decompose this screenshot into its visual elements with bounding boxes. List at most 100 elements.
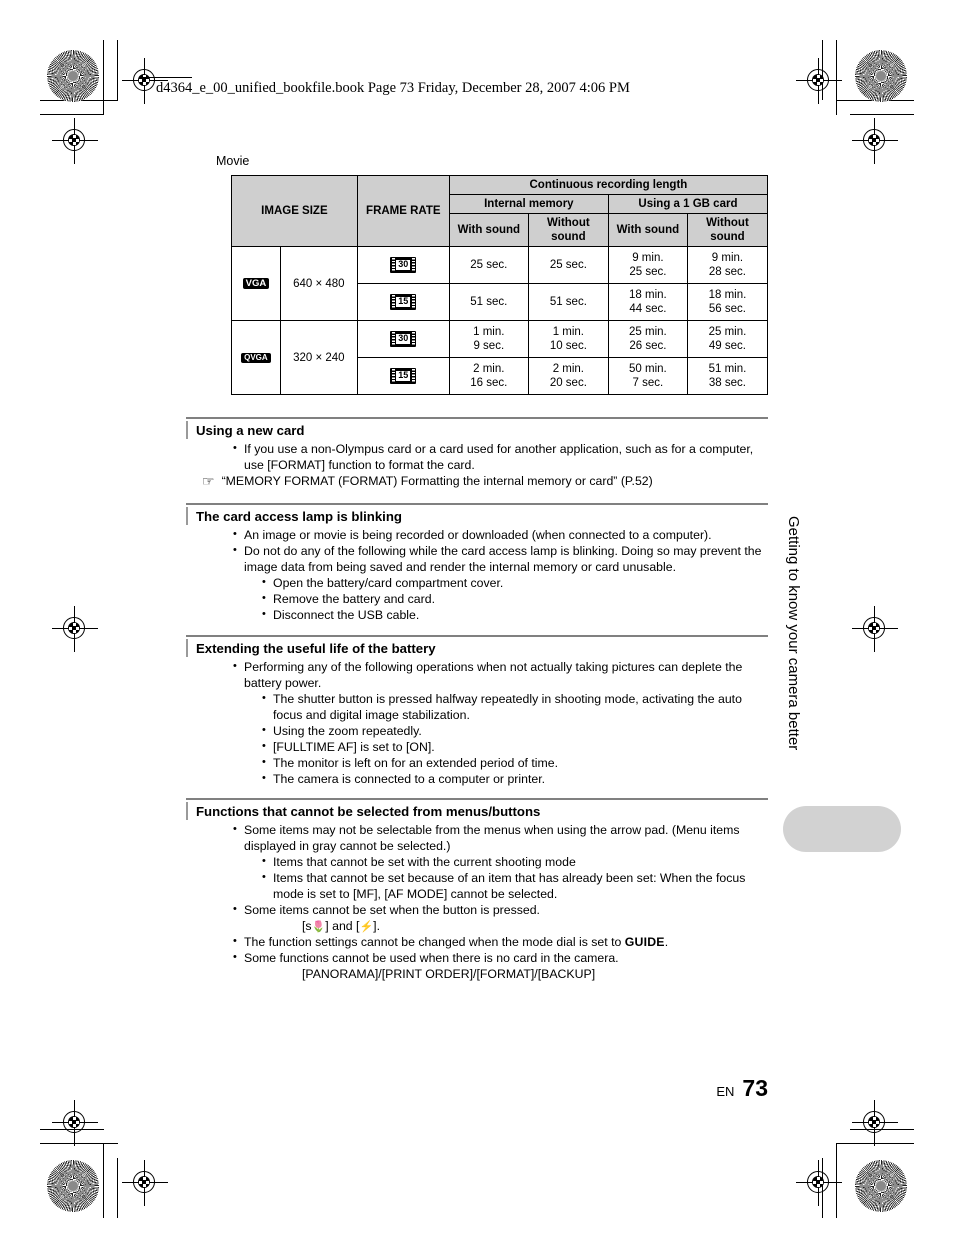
registration-mark xyxy=(796,58,842,104)
bullet-list: Performing any of the following operatio… xyxy=(186,659,768,788)
starburst-mark xyxy=(47,50,99,102)
list-item: The function settings cannot be changed … xyxy=(233,934,768,951)
sub-bullet-list: The shutter button is pressed halfway re… xyxy=(244,691,768,788)
image-size-badge-cell: QVGA xyxy=(231,320,281,396)
cell-card-with-sound: 18 min. 44 sec. xyxy=(607,283,688,322)
list-item: The camera is connected to a computer or… xyxy=(262,771,768,788)
section-functions-not-selectable: Functions that cannot be selected from m… xyxy=(186,798,768,983)
cross-reference-line: ☞ “MEMORY FORMAT (FORMAT) Formatting the… xyxy=(186,472,768,490)
film-strip-30fps-icon: 30 xyxy=(390,331,417,347)
film-strip-30fps-icon: 30 xyxy=(390,257,417,273)
registration-mark xyxy=(122,1160,168,1206)
section-title: Using a new card xyxy=(196,423,305,438)
cross-reference-text: “MEMORY FORMAT (FORMAT) Formatting the i… xyxy=(221,473,653,488)
list-item-text-post: . xyxy=(664,934,669,949)
registration-mark xyxy=(796,1160,842,1206)
section-title: Extending the useful life of the battery xyxy=(196,641,436,656)
section-using-a-new-card: Using a new card If you use a non-Olympu… xyxy=(186,417,768,490)
section-extending-battery-life: Extending the useful life of the battery… xyxy=(186,635,768,788)
section-card-access-lamp-blinking: The card access lamp is blinking An imag… xyxy=(186,503,768,624)
page-number: 73 xyxy=(742,1075,768,1101)
starburst-mark xyxy=(47,1160,99,1212)
page-canvas: d4364_e_00_unified_bookfile.book Page 73… xyxy=(0,0,954,1258)
th-using-1gb-card: Using a 1 GB card xyxy=(607,194,769,215)
cell-card-with-sound: 9 min. 25 sec. xyxy=(607,246,688,285)
cell-card-without-sound: 51 min. 38 sec. xyxy=(686,357,769,396)
th-without-sound-internal: Without sound xyxy=(527,213,609,248)
list-item: Performing any of the following operatio… xyxy=(233,659,768,788)
heading-tick-marker xyxy=(186,421,188,439)
bracket-mid: ] and [ xyxy=(325,918,360,933)
cell-internal-with-sound: 2 min. 16 sec. xyxy=(448,357,529,396)
cell-internal-without-sound: 1 min. 10 sec. xyxy=(527,320,609,359)
list-item: An image or movie is being recorded or d… xyxy=(233,527,768,544)
language-code: EN xyxy=(716,1084,735,1099)
list-item-text-pre: The function settings cannot be changed … xyxy=(244,934,625,949)
sub-bullet-list: Open the battery/card compartment cover.… xyxy=(244,575,768,624)
cell-card-without-sound: 18 min. 56 sec. xyxy=(686,283,769,322)
section-heading: Using a new card xyxy=(186,419,768,441)
list-item: [FULLTIME AF] is set to [ON]. xyxy=(262,739,768,756)
table-row: QVGA 320 × 240 30 1 min. 9 sec. 1 min. 10 … xyxy=(231,320,769,396)
film-strip-15fps-icon: 15 xyxy=(390,294,417,310)
page-footer: EN 73 xyxy=(716,1075,768,1102)
list-item: Items that cannot be set with the curren… xyxy=(262,854,768,871)
list-item: If you use a non-Olympus card or a card … xyxy=(233,441,768,474)
section-heading: The card access lamp is blinking xyxy=(186,505,768,527)
crop-mark-line xyxy=(850,114,914,115)
macro-flower-icon: 🌷 xyxy=(311,920,326,933)
crop-mark-line xyxy=(117,40,118,100)
flash-bolt-icon: ⚡ xyxy=(359,920,374,933)
image-size-dimensions: 640 × 480 xyxy=(279,246,358,322)
list-item: Items that cannot be set because of an i… xyxy=(262,870,768,903)
cell-card-with-sound: 50 min. 7 sec. xyxy=(607,357,688,396)
cell-card-without-sound: 9 min. 28 sec. xyxy=(686,246,769,285)
th-with-sound-internal: With sound xyxy=(448,213,529,248)
list-item-text: Some functions cannot be used when there… xyxy=(244,950,619,965)
th-image-size: IMAGE SIZE xyxy=(231,174,358,248)
heading-tick-marker xyxy=(186,802,188,820)
list-item: Some functions cannot be used when there… xyxy=(233,950,768,983)
section-title: The card access lamp is blinking xyxy=(196,509,402,524)
section-body: Performing any of the following operatio… xyxy=(186,659,768,788)
list-item: Some items cannot be set when the button… xyxy=(233,902,768,935)
film-strip-15fps-icon: 15 xyxy=(390,368,417,384)
registration-mark xyxy=(52,1100,98,1146)
section-body: If you use a non-Olympus card or a card … xyxy=(186,441,768,490)
table-caption-movie: Movie xyxy=(216,154,250,168)
crop-mark-line xyxy=(103,1143,104,1218)
starburst-mark xyxy=(855,50,907,102)
list-item: Disconnect the USB cable. xyxy=(262,607,768,624)
table-head: IMAGE SIZE FRAME RATE Continuous recordi… xyxy=(231,174,769,248)
th-frame-rate: FRAME RATE xyxy=(356,174,450,248)
list-item-text: Some items cannot be set when the button… xyxy=(244,902,540,917)
th-with-sound-card: With sound xyxy=(607,213,688,248)
heading-tick-marker xyxy=(186,639,188,657)
list-item-text: Do not do any of the following while the… xyxy=(244,543,762,574)
th-continuous-recording-length: Continuous recording length xyxy=(448,174,769,196)
th-internal-memory: Internal memory xyxy=(448,194,609,215)
image-size-badge-cell: VGA xyxy=(231,246,281,322)
frame-rate-cell: 15 xyxy=(356,283,450,322)
crop-mark-line xyxy=(117,1158,118,1218)
registration-mark xyxy=(852,118,898,164)
header-underline xyxy=(142,77,192,78)
vga-badge-icon: VGA xyxy=(242,277,270,290)
section-heading: Functions that cannot be selected from m… xyxy=(186,800,768,822)
list-item: Remove the battery and card. xyxy=(262,591,768,608)
chapter-running-head: Getting to know your camera better xyxy=(785,516,802,751)
image-size-dimensions: 320 × 240 xyxy=(279,320,358,396)
list-item: The shutter button is pressed halfway re… xyxy=(262,691,768,724)
crop-mark-line xyxy=(40,114,104,115)
pointing-hand-icon: ☞ xyxy=(202,472,215,489)
registration-mark xyxy=(852,606,898,652)
section-body: An image or movie is being recorded or d… xyxy=(186,527,768,624)
frame-rate-cell: 30 xyxy=(356,320,450,359)
frame-rate-cell: 30 xyxy=(356,246,450,285)
table-body: VGA 640 × 480 30 25 sec. 25 sec. 9 min. 2… xyxy=(231,246,769,396)
cell-card-without-sound: 25 min. 49 sec. xyxy=(686,320,769,359)
list-item: Open the battery/card compartment cover. xyxy=(262,575,768,592)
bullet-list: Some items may not be selectable from th… xyxy=(186,822,768,983)
th-without-sound-card: Without sound xyxy=(686,213,769,248)
list-item: Using the zoom repeatedly. xyxy=(262,723,768,740)
